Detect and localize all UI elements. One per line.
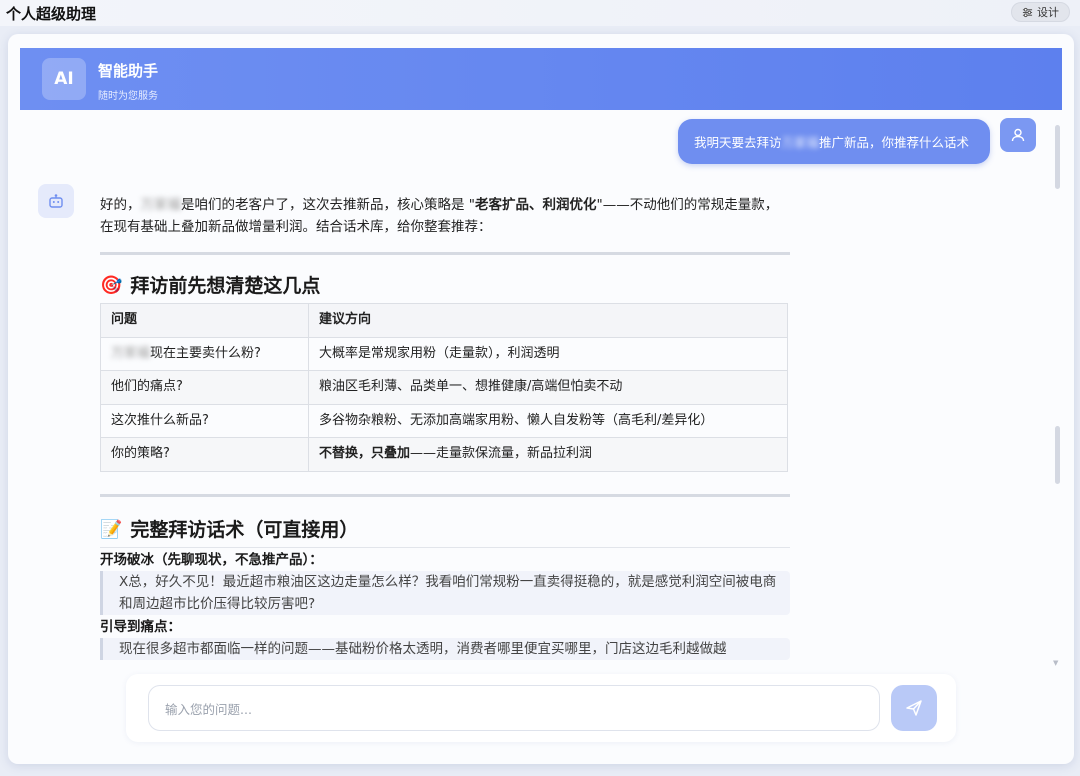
- intro-strategy-bold: 老客扩品、利润优化: [475, 197, 597, 213]
- app-title: 个人超级助理: [6, 5, 97, 23]
- user-message-prefix: 我明天要去拜访: [694, 135, 782, 150]
- masked-customer-name: 万家福: [140, 197, 182, 213]
- table-cell: 多谷物杂粮粉、无添加高端家用粉、懒人自发粉等（高毛利/差异化）: [308, 403, 788, 438]
- target-icon: 🎯: [100, 275, 123, 296]
- design-button[interactable]: 设计: [1011, 2, 1070, 22]
- opening-label: 开场破冰（先聊现状，不急推产品）：: [100, 551, 323, 568]
- message-list[interactable]: ▼ 我明天要去拜访 万家福 推广新品，你推荐什么话术 好的，万家福是咱们的老客户了，…: [20, 110, 1062, 670]
- section-heading-script: 📝 完整拜访话术（可直接用）: [100, 519, 790, 541]
- user-avatar: [1000, 118, 1036, 152]
- heading-underline: [100, 546, 790, 548]
- composer: 输入您的问题...: [126, 674, 956, 742]
- chat-header: AI 智能助手 随时为您服务: [20, 48, 1062, 110]
- scroll-down-icon[interactable]: ▼: [1053, 659, 1058, 667]
- prep-table: 问题 建议方向 万家福现在主要卖什么粉? 大概率是常规家用粉（走量款），利润透明…: [100, 303, 788, 472]
- divider: [100, 493, 790, 497]
- scrollbar-thumb-secondary[interactable]: [1055, 426, 1060, 484]
- table-cell: 粮油区毛利薄、品类单一、想推健康/高端但怕卖不动: [308, 370, 788, 405]
- user-message: 我明天要去拜访 万家福 推广新品，你推荐什么话术: [678, 119, 990, 164]
- section-heading-prep: 🎯 拜访前先想清楚这几点: [100, 275, 790, 297]
- strategy-bold: 不替换，只叠加: [319, 446, 411, 462]
- table-cell: 大概率是常规家用粉（走量款），利润透明: [308, 336, 788, 371]
- bot-avatar: [38, 184, 74, 218]
- table-cell: 他们的痛点?: [100, 370, 309, 405]
- assistant-name: 智能助手: [98, 62, 159, 80]
- user-message-suffix: 推广新品，你推荐什么话术: [819, 135, 970, 150]
- table-cell: 不替换，只叠加——走量款保流量，新品拉利润: [308, 437, 788, 472]
- ai-avatar: AI: [42, 58, 86, 100]
- table-cell: 万家福现在主要卖什么粉?: [100, 336, 309, 371]
- opening-quote: X总，好久不见！最近超市粮油区这边走量怎么样？我看咱们常规粉一直卖得挺稳的，就是…: [100, 570, 790, 615]
- divider: [100, 252, 790, 255]
- reply-intro: 好的，万家福是咱们的老客户了，这次去推新品，核心策略是 "老客扩品、利润优化"—…: [100, 194, 790, 238]
- chat-window: AI 智能助手 随时为您服务 ▼ 我明天要去拜访 万家福 推广新品，你推荐什么话术 …: [8, 34, 1074, 764]
- table-row: 这次推什么新品? 多谷物杂粮粉、无添加高端家用粉、懒人自发粉等（高毛利/差异化）: [100, 403, 788, 438]
- masked-customer-name: 万家福: [781, 135, 820, 150]
- intro-text-b: 是咱们的老客户了，这次去推新品，核心策略是 ": [181, 197, 476, 213]
- robot-icon: [49, 194, 63, 208]
- table-cell: 你的策略?: [100, 437, 309, 472]
- table-header: 建议方向: [308, 303, 788, 338]
- section-title-text: 完整拜访话术（可直接用）: [130, 518, 359, 541]
- question-text: 现在主要卖什么粉?: [150, 345, 261, 361]
- table-row: 你的策略? 不替换，只叠加——走量款保流量，新品拉利润: [100, 437, 788, 472]
- intro-text-a: 好的，: [100, 197, 141, 213]
- masked-customer-name: 万家福: [111, 345, 151, 361]
- table-row: 万家福现在主要卖什么粉? 大概率是常规家用粉（走量款），利润透明: [100, 336, 788, 371]
- table-cell: 这次推什么新品?: [100, 403, 309, 438]
- scrollbar-thumb[interactable]: [1055, 125, 1060, 189]
- send-button[interactable]: [891, 685, 937, 731]
- table-header: 问题: [100, 303, 309, 338]
- user-icon: [1011, 128, 1025, 142]
- pain-label: 引导到痛点：: [100, 618, 181, 635]
- pain-quote: 现在很多超市都面临一样的问题——基础粉价格太透明，消费者哪里便宜买哪里，门店这边…: [100, 637, 790, 660]
- title-bar: 个人超级助理 设计: [0, 0, 1080, 26]
- question-input[interactable]: 输入您的问题...: [148, 685, 880, 731]
- send-icon: [906, 700, 922, 716]
- assistant-reply: 好的，万家福是咱们的老客户了，这次去推新品，核心策略是 "老客扩品、利润优化"—…: [100, 194, 790, 660]
- table-row: 他们的痛点? 粮油区毛利薄、品类单一、想推健康/高端但怕卖不动: [100, 370, 788, 405]
- sliders-icon: [1022, 7, 1033, 17]
- assistant-subtitle: 随时为您服务: [98, 91, 158, 102]
- design-label: 设计: [1037, 6, 1059, 19]
- strategy-text: ——走量款保流量，新品拉利润: [410, 446, 593, 462]
- memo-icon: 📝: [100, 518, 123, 540]
- section-title-text: 拜访前先想清楚这几点: [130, 275, 321, 297]
